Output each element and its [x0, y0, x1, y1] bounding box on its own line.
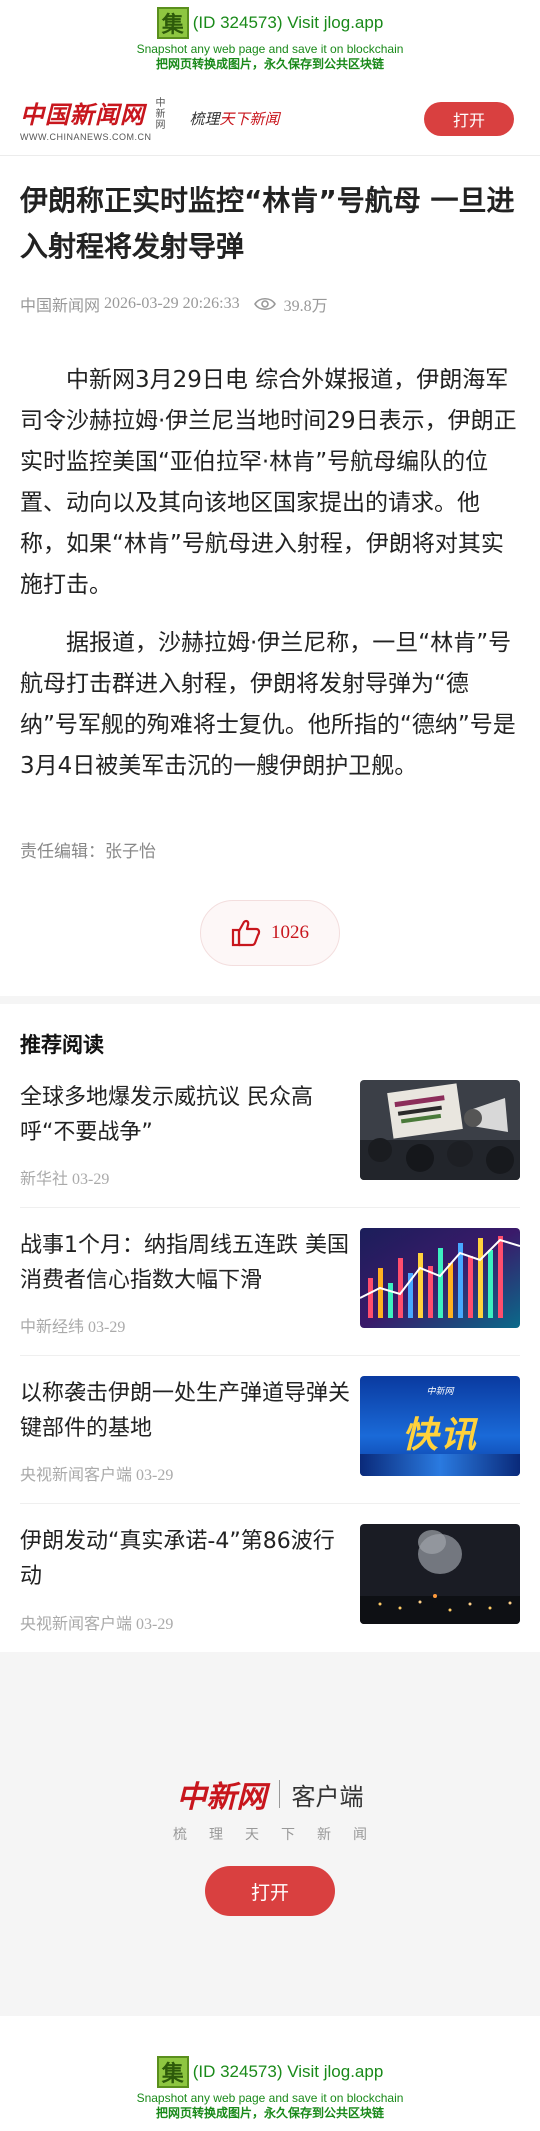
article-datetime: 2026-03-29 20:26:33: [104, 295, 240, 312]
stock-chart-thumbnail: [360, 1228, 520, 1328]
like-count: 1026: [271, 922, 309, 943]
logo-url: WWW.CHINANEWS.COM.CN: [20, 132, 152, 142]
article-paragraph: 据报道，沙赫拉姆·伊兰尼称，一旦“林肯”号航母打击群进入射程，伊朗将发射导弹为“…: [20, 630, 516, 779]
thumbs-up-icon: [231, 919, 261, 947]
express-news-thumbnail: 中新网 快讯: [360, 1376, 520, 1476]
slogan-prefix: 梳理: [189, 110, 220, 128]
logo-side-text: 中新网: [155, 98, 166, 131]
slogan-accent: 天下新闻: [219, 110, 280, 128]
section-divider: [0, 996, 540, 1004]
site-logo[interactable]: 中国新闻网 WWW.CHINANEWS.COM.CN: [20, 95, 152, 142]
list-item[interactable]: 伊朗发动“真实承诺-4”第86波行动 央视新闻客户端 03-29: [20, 1504, 520, 1652]
jlog-caption-cn: 把网页转换成图片，永久保存到公共区块链: [155, 2106, 384, 2120]
open-app-button[interactable]: 打开: [424, 102, 514, 136]
promo-open-button[interactable]: 打开: [205, 1866, 335, 1916]
article-views: 39.8万: [253, 292, 328, 316]
promo-divider: [278, 1780, 280, 1808]
protest-photo-thumbnail: [360, 1080, 520, 1180]
promo-logo-text: 中新网: [176, 1780, 267, 1815]
rec-meta: 新华社 03-29: [20, 1171, 110, 1188]
express-label: 快讯: [401, 1415, 478, 1456]
rec-headline: 伊朗发动“真实承诺-4”第86波行动: [20, 1529, 335, 1589]
rec-meta: 央视新闻客户端 03-29: [20, 1616, 174, 1633]
article-source: 中国新闻网: [20, 298, 101, 315]
article-paragraph: 中新网3月29日电 综合外媒报道，伊朗海军司令沙赫拉姆·伊兰尼当地时间29日表示…: [20, 367, 517, 598]
list-item[interactable]: 战事1个月：纳指周线五连跌 美国消费者信心指数大幅下滑 中新经纬 03-29: [20, 1208, 520, 1356]
rec-headline: 以称袭击伊朗一处生产弹道导弹关键部件的基地: [20, 1381, 351, 1441]
views-count: 39.8万: [283, 298, 328, 315]
app-promo: 中新网 客户端 梳理天下新闻 打开: [0, 1652, 540, 2016]
jlog-banner-top: 集 (ID 324573) Visit jlog.app Snapshot an…: [0, 0, 540, 82]
article: 伊朗称正实时监控“林肯”号航母 一旦进入射程将发射导弹 中国新闻网 2026-0…: [0, 178, 540, 966]
jlog-caption-en: Snapshot any web page and save it on blo…: [136, 2091, 404, 2105]
rec-meta: 中新经纬 03-29: [20, 1319, 126, 1336]
header-slogan: 梳理天下新闻: [190, 108, 280, 129]
article-headline: 伊朗称正实时监控“林肯”号航母 一旦进入射程将发射导弹: [20, 184, 515, 263]
jlog-caption-cn: 把网页转换成图片，永久保存到公共区块链: [155, 57, 384, 71]
article-editor: 责任编辑：张子怡: [20, 842, 156, 862]
promo-label: 客户端: [291, 1782, 364, 1811]
rec-headline: 全球多地爆发示威抗议 民众高呼“不要战争”: [20, 1085, 313, 1145]
jlog-id-link[interactable]: (ID 324573) Visit jlog.app: [193, 13, 384, 33]
article-meta: 中国新闻网 2026-03-29 20:26:33 39.8万: [20, 292, 520, 316]
recommended-title: 推荐阅读: [20, 1033, 104, 1057]
jlog-id-link[interactable]: (ID 324573) Visit jlog.app: [193, 2062, 384, 2082]
promo-logo: 中新网 客户端: [177, 1772, 364, 1816]
promo-slogan: 梳理天下新闻: [173, 1827, 389, 1843]
list-item[interactable]: 以称袭击伊朗一处生产弹道导弹关键部件的基地 央视新闻客户端 03-29 中新网 …: [20, 1356, 520, 1504]
jlog-badge-icon: 集: [156, 2056, 189, 2088]
site-header: 中国新闻网 WWW.CHINANEWS.COM.CN 中新网 梳理天下新闻 打开: [0, 82, 540, 156]
night-city-thumbnail: [360, 1524, 520, 1624]
jlog-badge-icon: 集: [156, 7, 189, 39]
logo-chinese: 中国新闻网: [20, 100, 145, 129]
list-item[interactable]: 全球多地爆发示威抗议 民众高呼“不要战争” 新华社 03-29: [20, 1060, 520, 1208]
eye-icon: [253, 297, 276, 311]
jlog-caption-en: Snapshot any web page and save it on blo…: [136, 42, 404, 56]
rec-headline: 战事1个月：纳指周线五连跌 美国消费者信心指数大幅下滑: [20, 1233, 349, 1293]
rec-meta: 央视新闻客户端 03-29: [20, 1467, 174, 1484]
like-button[interactable]: 1026: [200, 900, 340, 966]
jlog-banner-bottom: 集 (ID 324573) Visit jlog.app Snapshot an…: [0, 2049, 540, 2131]
recommended-section: 推荐阅读 全球多地爆发示威抗议 民众高呼“不要战争” 新华社 03-29 战事1…: [0, 1030, 540, 1652]
express-logo: 中新网: [426, 1387, 454, 1397]
